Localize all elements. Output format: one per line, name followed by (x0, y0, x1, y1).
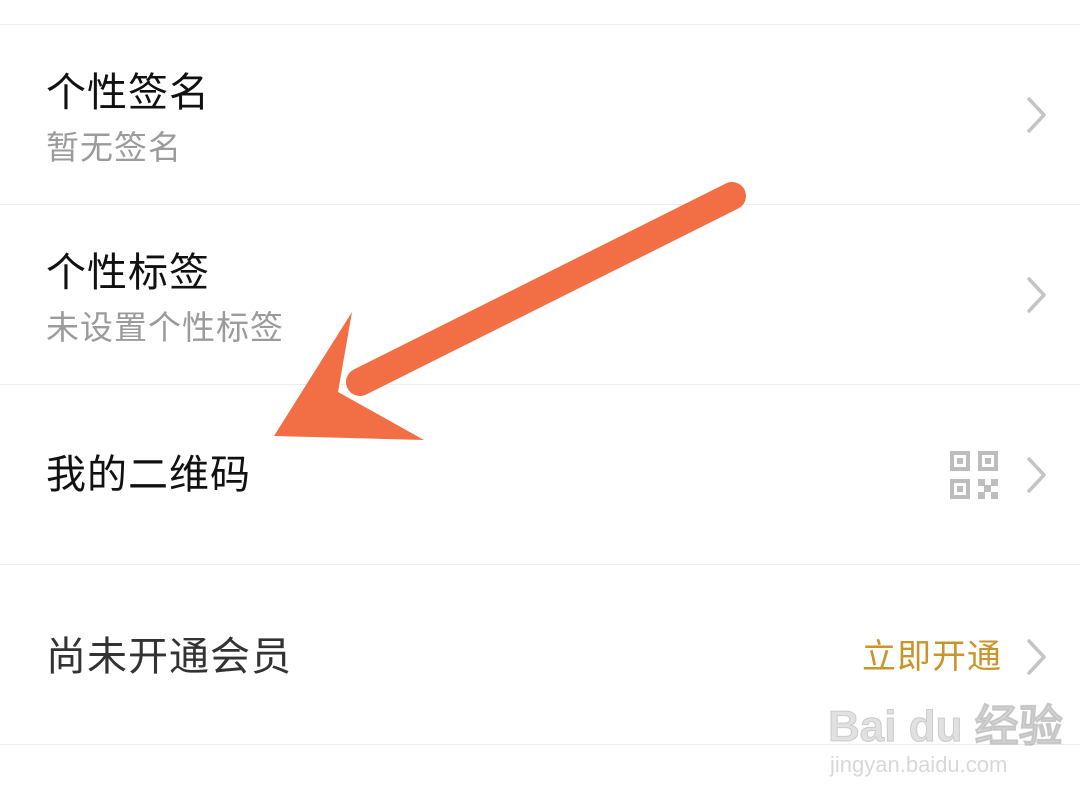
profile-settings-list: 个性签名 暂无签名 个性标签 未设置个性标签 我的二维码 尚未开通会员 立即开通… (0, 0, 1080, 810)
signature-title: 个性签名 (46, 70, 210, 116)
divider (0, 744, 1080, 745)
tags-value: 未设置个性标签 (46, 308, 284, 347)
watermark-url: jingyan.baidu.com (830, 752, 1008, 777)
my-qr-code-row[interactable]: 我的二维码 (0, 385, 1080, 563)
chevron-right-icon (1024, 93, 1050, 137)
chevron-right-icon (1024, 635, 1050, 679)
tags-title: 个性标签 (46, 250, 210, 296)
signature-row[interactable]: 个性签名 暂无签名 (0, 25, 1080, 203)
qr-code-title: 我的二维码 (46, 452, 251, 498)
activate-now-link[interactable]: 立即开通 (862, 635, 1002, 679)
tags-row[interactable]: 个性标签 未设置个性标签 (0, 205, 1080, 383)
signature-value: 暂无签名 (46, 128, 182, 167)
membership-status: 尚未开通会员 (46, 634, 292, 680)
membership-row[interactable]: 尚未开通会员 立即开通 (0, 565, 1080, 743)
qr-code-icon (950, 451, 998, 499)
chevron-right-icon (1024, 453, 1050, 497)
chevron-right-icon (1024, 273, 1050, 317)
